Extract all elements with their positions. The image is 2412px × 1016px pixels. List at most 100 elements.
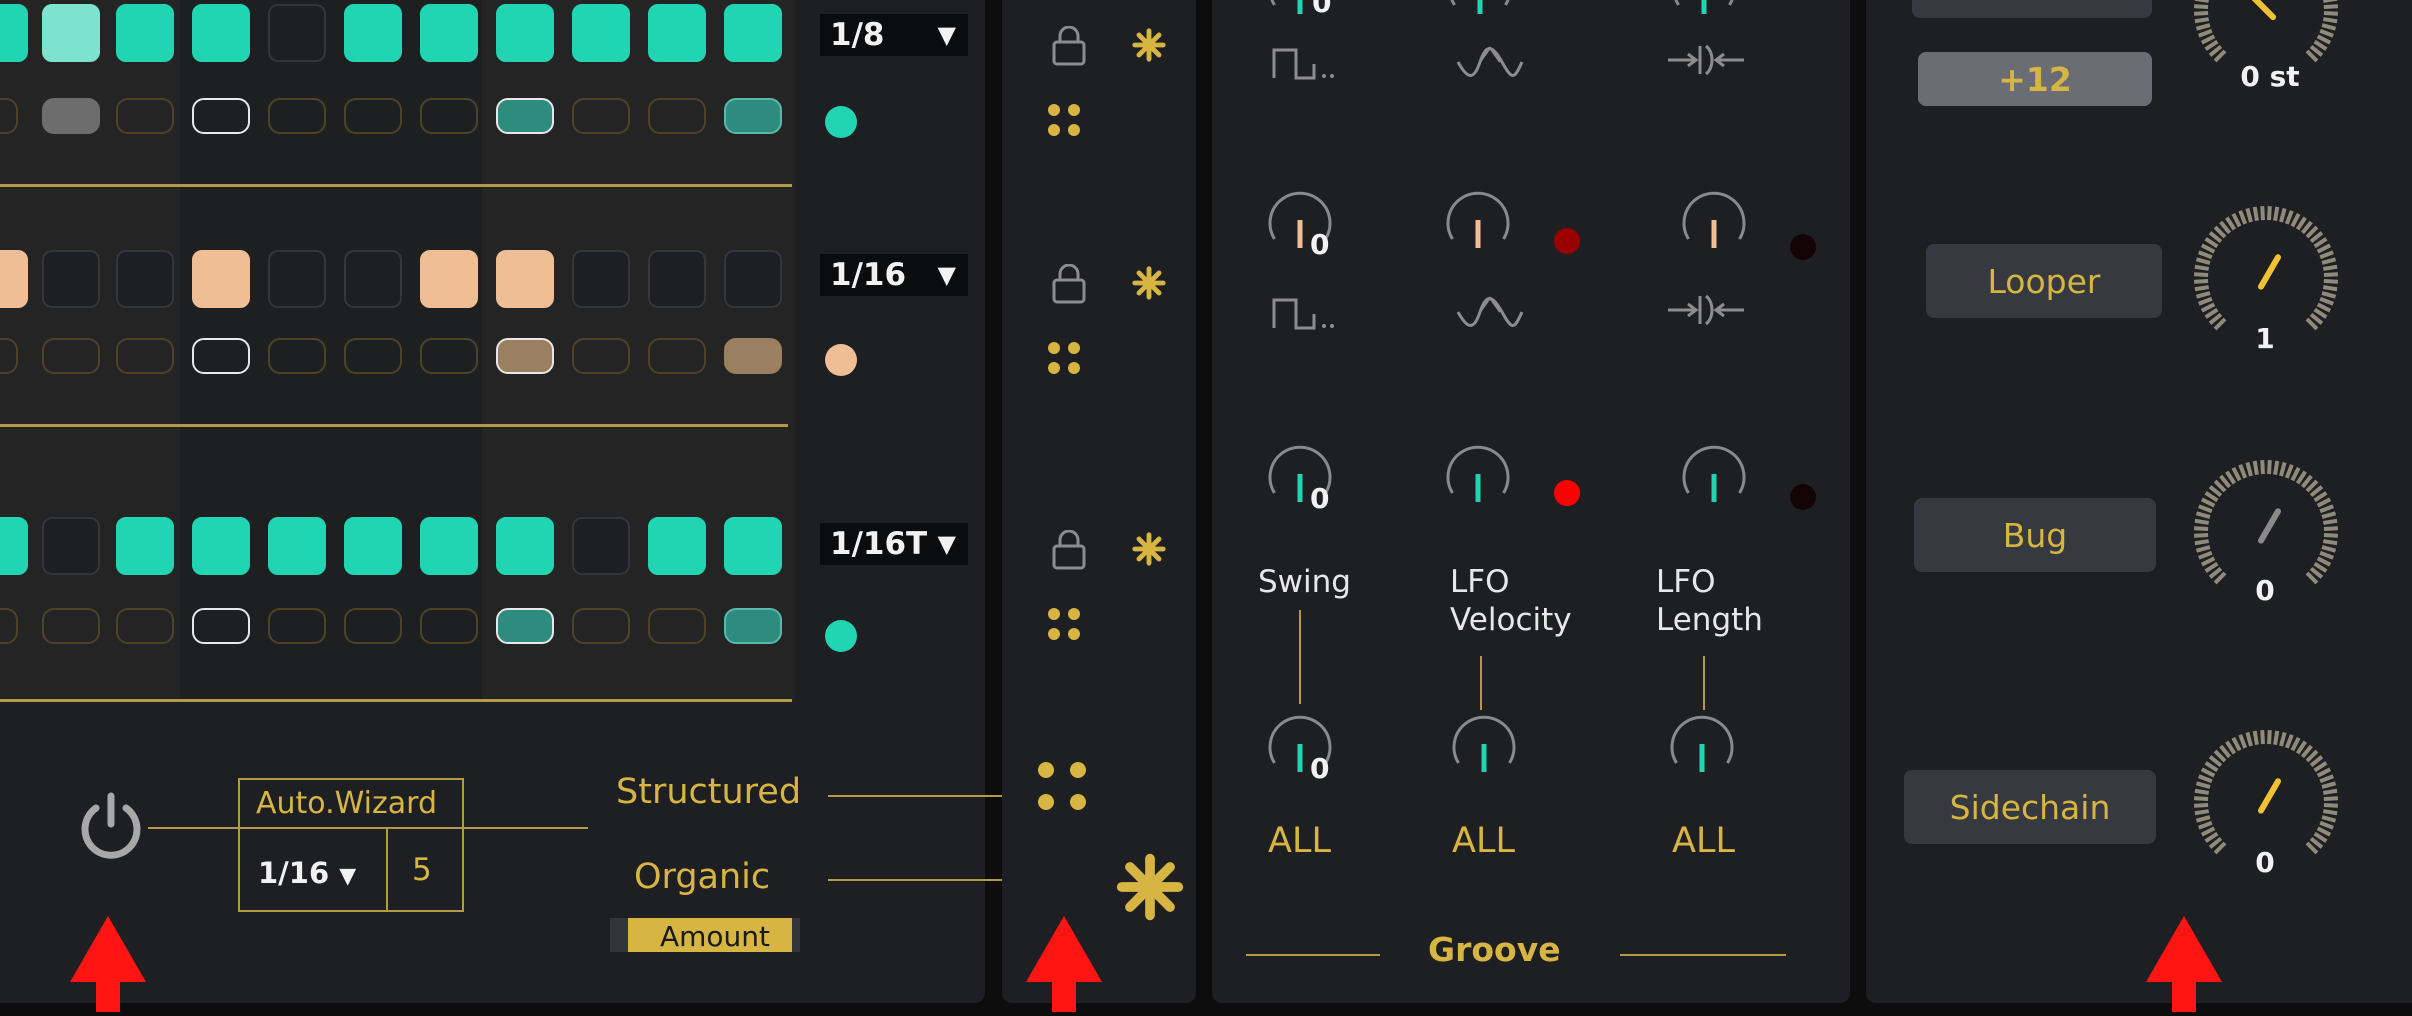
- step-velocity-cell[interactable]: [0, 608, 18, 644]
- step-velocity-cell[interactable]: [572, 338, 630, 374]
- step-button[interactable]: [724, 250, 782, 308]
- step-velocity-cell[interactable]: [42, 338, 100, 374]
- step-button[interactable]: [268, 4, 326, 62]
- step-button[interactable]: [42, 517, 100, 575]
- step-button[interactable]: [42, 4, 100, 62]
- step-velocity-cell[interactable]: [648, 608, 706, 644]
- step-velocity-cell[interactable]: [420, 98, 478, 134]
- step-velocity-cell[interactable]: [572, 98, 630, 134]
- looper-button[interactable]: Looper: [1926, 244, 2162, 318]
- step-velocity-cell[interactable]: [344, 338, 402, 374]
- step-velocity-cell[interactable]: [496, 98, 554, 134]
- lane-1-dot: [825, 106, 857, 138]
- step-button[interactable]: [116, 517, 174, 575]
- fx-top-button[interactable]: [1912, 0, 2152, 18]
- step-velocity-cell[interactable]: [192, 338, 250, 374]
- step-button[interactable]: [724, 4, 782, 62]
- rate-label: 1/8: [830, 17, 885, 53]
- step-button[interactable]: [192, 517, 250, 575]
- power-button[interactable]: [74, 788, 148, 862]
- asterisk-icon[interactable]: [1132, 532, 1166, 566]
- red-arrow-icon: [2144, 916, 2224, 1012]
- step-velocity-cell[interactable]: [0, 338, 18, 374]
- step-velocity-cell[interactable]: [42, 608, 100, 644]
- step-velocity-cell[interactable]: [192, 98, 250, 134]
- dice-icon[interactable]: [1048, 342, 1084, 378]
- lane-1-rate-dropdown[interactable]: 1/8 ▼: [820, 14, 968, 56]
- step-velocity-cell[interactable]: [344, 98, 402, 134]
- step-button[interactable]: [192, 250, 250, 308]
- step-button[interactable]: [344, 4, 402, 62]
- step-velocity-cell[interactable]: [420, 338, 478, 374]
- bug-button[interactable]: Bug: [1914, 498, 2156, 572]
- step-button[interactable]: [496, 517, 554, 575]
- step-button[interactable]: [116, 250, 174, 308]
- auto-wizard-rate-dropdown[interactable]: 1/16 ▼: [258, 856, 356, 890]
- step-button[interactable]: [420, 517, 478, 575]
- step-button[interactable]: [344, 517, 402, 575]
- asterisk-icon[interactable]: [1132, 28, 1166, 62]
- lane-2-rate-dropdown[interactable]: 1/16 ▼: [820, 254, 968, 296]
- lock-icon[interactable]: [1050, 529, 1088, 570]
- step-button[interactable]: [0, 517, 28, 575]
- step-button[interactable]: [344, 250, 402, 308]
- sidechain-button[interactable]: Sidechain: [1904, 770, 2156, 844]
- step-button[interactable]: [572, 250, 630, 308]
- step-velocity-cell[interactable]: [724, 608, 782, 644]
- step-velocity-cell[interactable]: [648, 98, 706, 134]
- lock-icon[interactable]: [1050, 263, 1088, 304]
- step-button[interactable]: [648, 4, 706, 62]
- step-button[interactable]: [0, 250, 28, 308]
- transpose-plus12-button[interactable]: +12: [1918, 52, 2152, 106]
- step-velocity-cell[interactable]: [496, 608, 554, 644]
- lfo-velocity-label-1: LFO: [1450, 564, 1510, 600]
- step-button[interactable]: [724, 517, 782, 575]
- lane-3-rate-dropdown[interactable]: 1/16T ▼: [820, 523, 968, 565]
- step-button[interactable]: [0, 4, 28, 62]
- dice-icon[interactable]: [1048, 608, 1084, 644]
- structured-label[interactable]: Structured: [616, 772, 801, 812]
- auto-wizard-count[interactable]: 5: [412, 852, 432, 888]
- step-button[interactable]: [192, 4, 250, 62]
- step-velocity-cell[interactable]: [116, 338, 174, 374]
- step-button[interactable]: [268, 250, 326, 308]
- step-button[interactable]: [42, 250, 100, 308]
- square-wave-icon: [1270, 40, 1350, 84]
- step-button[interactable]: [496, 250, 554, 308]
- step-velocity-cell[interactable]: [268, 98, 326, 134]
- step-velocity-cell[interactable]: [268, 338, 326, 374]
- step-velocity-cell[interactable]: [116, 98, 174, 134]
- asterisk-icon[interactable]: [1116, 853, 1184, 921]
- step-velocity-cell[interactable]: [496, 338, 554, 374]
- amount-slider[interactable]: Amount: [610, 918, 800, 953]
- asterisk-icon[interactable]: [1132, 266, 1166, 300]
- step-velocity-cell[interactable]: [116, 608, 174, 644]
- step-button[interactable]: [268, 517, 326, 575]
- lane-3-dot: [825, 620, 857, 652]
- step-button[interactable]: [496, 4, 554, 62]
- step-velocity-cell[interactable]: [648, 338, 706, 374]
- dice-icon[interactable]: [1038, 762, 1092, 816]
- step-button[interactable]: [420, 4, 478, 62]
- step-velocity-cell[interactable]: [724, 98, 782, 134]
- step-button[interactable]: [572, 4, 630, 62]
- step-button[interactable]: [572, 517, 630, 575]
- step-velocity-cell[interactable]: [268, 608, 326, 644]
- step-velocity-cell[interactable]: [42, 98, 100, 134]
- step-velocity-cell[interactable]: [192, 608, 250, 644]
- chevron-down-icon: ▼: [937, 21, 956, 49]
- step-velocity-cell[interactable]: [420, 608, 478, 644]
- step-velocity-cell[interactable]: [572, 608, 630, 644]
- all-label-velocity: ALL: [1452, 821, 1515, 861]
- organic-label[interactable]: Organic: [634, 857, 770, 897]
- step-button[interactable]: [648, 517, 706, 575]
- step-button[interactable]: [420, 250, 478, 308]
- dice-icon[interactable]: [1048, 104, 1084, 140]
- lock-icon[interactable]: [1050, 25, 1088, 66]
- step-button[interactable]: [648, 250, 706, 308]
- step-velocity-cell[interactable]: [0, 98, 18, 134]
- step-velocity-cell[interactable]: [724, 338, 782, 374]
- step-velocity-cell[interactable]: [344, 608, 402, 644]
- step-button[interactable]: [116, 4, 174, 62]
- power-icon: [81, 792, 141, 859]
